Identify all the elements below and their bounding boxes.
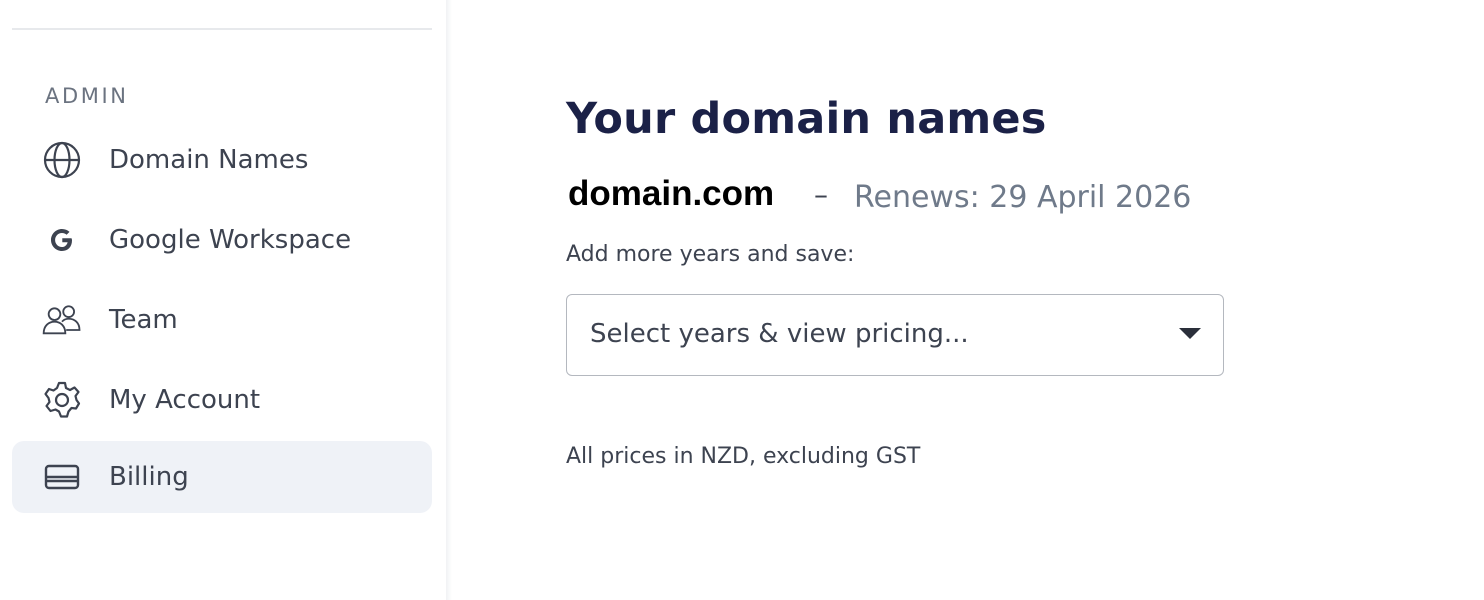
globe-icon [42, 140, 82, 180]
sidebar-item-billing[interactable]: Billing [12, 441, 432, 513]
sidebar-item-label: My Account [109, 385, 261, 415]
sidebar-edge [446, 0, 452, 600]
sidebar-item-team[interactable]: Team [12, 284, 432, 356]
sidebar-item-domain-names[interactable]: Domain Names [12, 124, 432, 196]
domain-separator: – [814, 178, 828, 211]
gear-icon [42, 380, 82, 420]
years-pricing-select[interactable]: Select years & view pricing... [566, 294, 1224, 376]
domain-name: domain.com [568, 174, 775, 213]
app-root: ADMIN Domain Names Google Workspace Team… [0, 0, 1484, 600]
renewal-date: Renews: 29 April 2026 [854, 180, 1192, 215]
prices-note: All prices in NZD, excluding GST [566, 444, 921, 469]
select-value: Select years & view pricing... [590, 319, 969, 349]
team-icon [42, 300, 82, 340]
sidebar-item-google-workspace[interactable]: Google Workspace [12, 204, 432, 276]
credit-card-icon [42, 457, 82, 497]
google-g-icon [42, 220, 82, 260]
page-title: Your domain names [566, 94, 1047, 144]
sidebar-section-label: ADMIN [45, 84, 129, 108]
sidebar-item-my-account[interactable]: My Account [12, 364, 432, 436]
sidebar: ADMIN Domain Names Google Workspace Team… [0, 0, 446, 600]
sidebar-item-label: Google Workspace [109, 225, 352, 255]
sidebar-item-label: Team [109, 305, 178, 335]
caret-down-icon [1179, 328, 1201, 339]
sidebar-item-label: Billing [109, 462, 189, 492]
add-years-label: Add more years and save: [566, 242, 855, 267]
sidebar-divider [12, 28, 432, 30]
sidebar-item-label: Domain Names [109, 145, 309, 175]
